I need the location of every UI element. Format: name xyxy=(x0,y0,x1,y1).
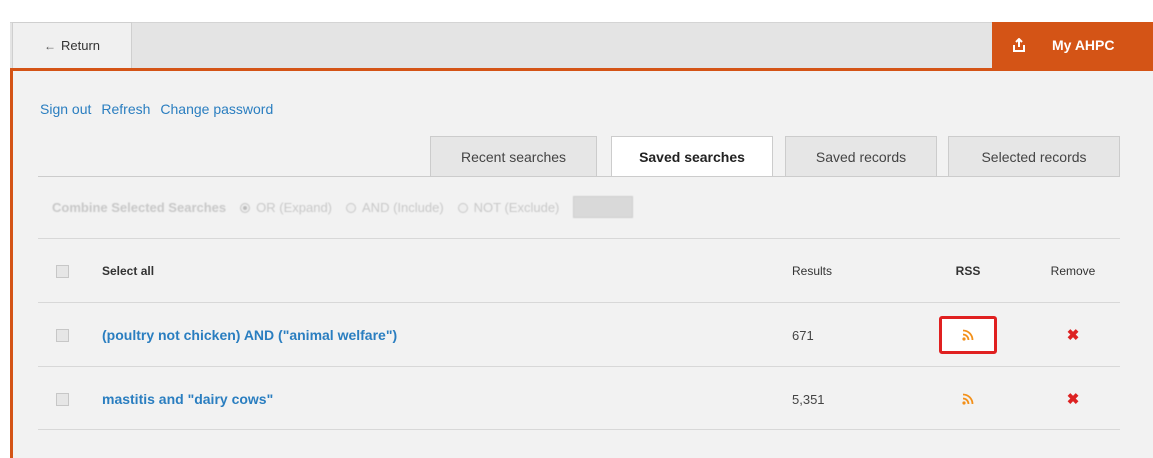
table-header-row: Select all Results RSS Remove xyxy=(38,238,1120,302)
row-checkbox[interactable] xyxy=(56,329,69,342)
my-ahpc-label: My AHPC xyxy=(1052,37,1115,53)
rss-header: RSS xyxy=(955,264,981,278)
saved-search-link[interactable]: (poultry not chicken) AND ("animal welfa… xyxy=(102,303,397,367)
radio-icon xyxy=(457,202,468,213)
combine-label: Combine Selected Searches xyxy=(52,199,227,215)
tab-saved-searches[interactable]: Saved searches xyxy=(611,136,773,177)
change-password-link[interactable]: Change password xyxy=(160,101,273,117)
combine-option-or: OR (Expand) xyxy=(240,200,332,215)
tab-selected-records[interactable]: Selected records xyxy=(948,136,1120,176)
remove-button[interactable]: ✖ xyxy=(1056,367,1090,431)
return-button[interactable]: ← Return xyxy=(12,22,132,68)
close-icon: ✖ xyxy=(1066,327,1080,344)
results-count: 5,351 xyxy=(792,391,825,407)
back-arrow-icon: ← xyxy=(43,38,56,53)
radio-icon xyxy=(240,202,251,213)
tab-recent-searches[interactable]: Recent searches xyxy=(430,136,597,176)
rss-icon[interactable] xyxy=(962,393,974,405)
combine-option-and: AND (Include) xyxy=(346,200,444,215)
export-icon xyxy=(1013,38,1025,52)
top-bar xyxy=(10,22,1153,68)
select-all-checkbox[interactable] xyxy=(56,265,69,278)
sign-out-link[interactable]: Sign out xyxy=(40,101,91,117)
select-all-label: Select all xyxy=(102,264,155,278)
results-count: 671 xyxy=(792,327,814,343)
radio-icon xyxy=(346,202,357,213)
tab-label: Recent searches xyxy=(460,148,567,165)
combine-searches-row: Combine Selected Searches OR (Expand) AN… xyxy=(52,196,634,218)
tab-label: Saved records xyxy=(815,148,907,165)
table-row: mastitis and "dairy cows" 5,351 ✖ xyxy=(38,366,1120,430)
rss-highlight-box[interactable] xyxy=(939,316,997,354)
results-header: Results xyxy=(792,264,833,278)
option-label: NOT (Exclude) xyxy=(473,199,560,215)
combine-button xyxy=(573,196,634,218)
remove-header: Remove xyxy=(1050,264,1096,278)
tab-saved-records[interactable]: Saved records xyxy=(785,136,937,176)
rss-icon xyxy=(962,329,974,341)
close-icon: ✖ xyxy=(1066,391,1080,408)
remove-button[interactable]: ✖ xyxy=(1056,303,1090,367)
saved-search-link[interactable]: mastitis and "dairy cows" xyxy=(102,367,273,431)
rss-cell xyxy=(938,367,998,431)
table-row: (poultry not chicken) AND ("animal welfa… xyxy=(38,302,1120,366)
rss-cell xyxy=(938,303,998,367)
my-ahpc-tab[interactable]: My AHPC xyxy=(992,22,1153,68)
row-checkbox[interactable] xyxy=(56,393,69,406)
return-label: Return xyxy=(60,38,101,53)
combine-option-not: NOT (Exclude) xyxy=(457,199,560,215)
option-label: OR (Expand) xyxy=(256,199,333,215)
tab-label: Saved searches xyxy=(639,149,745,165)
refresh-link[interactable]: Refresh xyxy=(101,101,150,117)
tab-label: Selected records xyxy=(981,148,1087,165)
option-label: AND (Include) xyxy=(362,199,444,215)
account-links: Sign out Refresh Change password xyxy=(40,101,273,117)
